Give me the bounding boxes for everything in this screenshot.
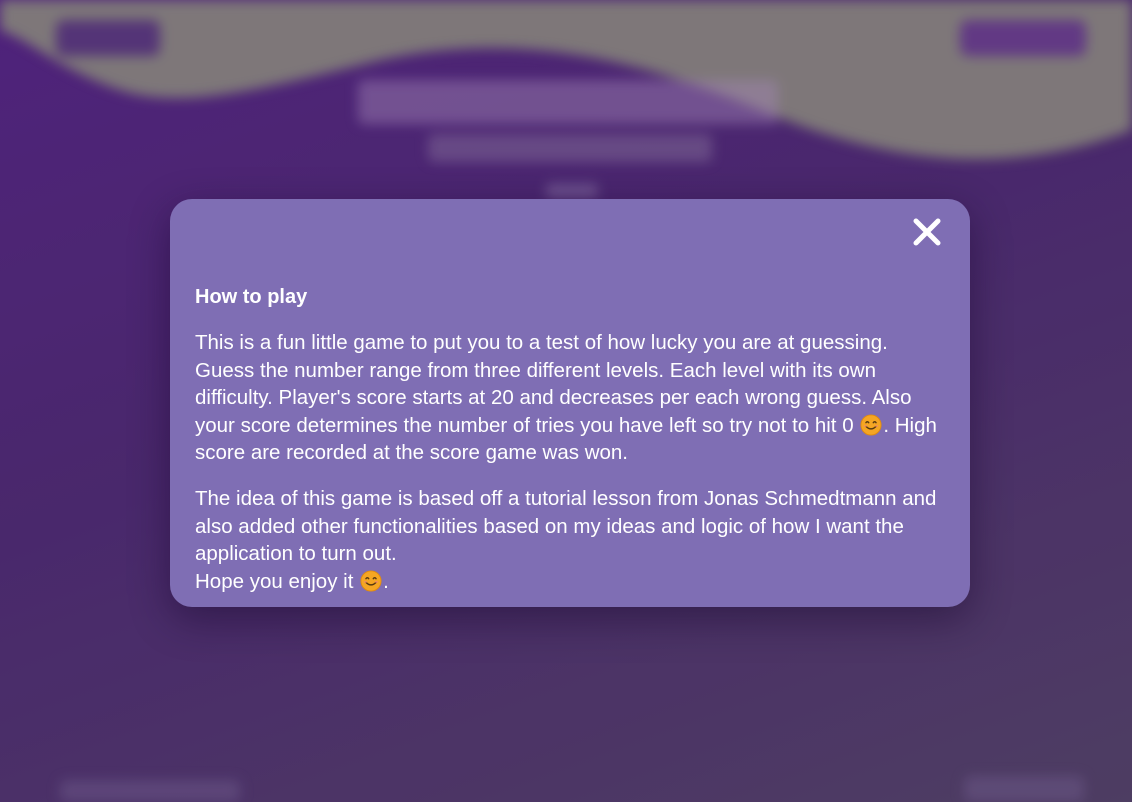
- how-to-play-modal: How to play This is a fun little game to…: [170, 199, 970, 607]
- enjoy-tail-text: .: [383, 569, 389, 593]
- smiling-face-emoji-icon: [860, 414, 882, 436]
- close-button[interactable]: [912, 217, 942, 247]
- modal-body: This is a fun little game to put you to …: [195, 329, 945, 595]
- modal-heading: How to play: [195, 286, 308, 308]
- modal-paragraph-credits: The idea of this game is based off a tut…: [195, 485, 945, 595]
- enjoy-text: Hope you enjoy it: [195, 569, 354, 593]
- smiling-face-emoji-icon: [360, 570, 382, 592]
- close-icon: [913, 218, 941, 246]
- modal-paragraph-rules: This is a fun little game to put you to …: [195, 329, 945, 467]
- credits-text: The idea of this game is based off a tut…: [195, 486, 937, 566]
- rules-text: This is a fun little game to put you to …: [195, 331, 912, 437]
